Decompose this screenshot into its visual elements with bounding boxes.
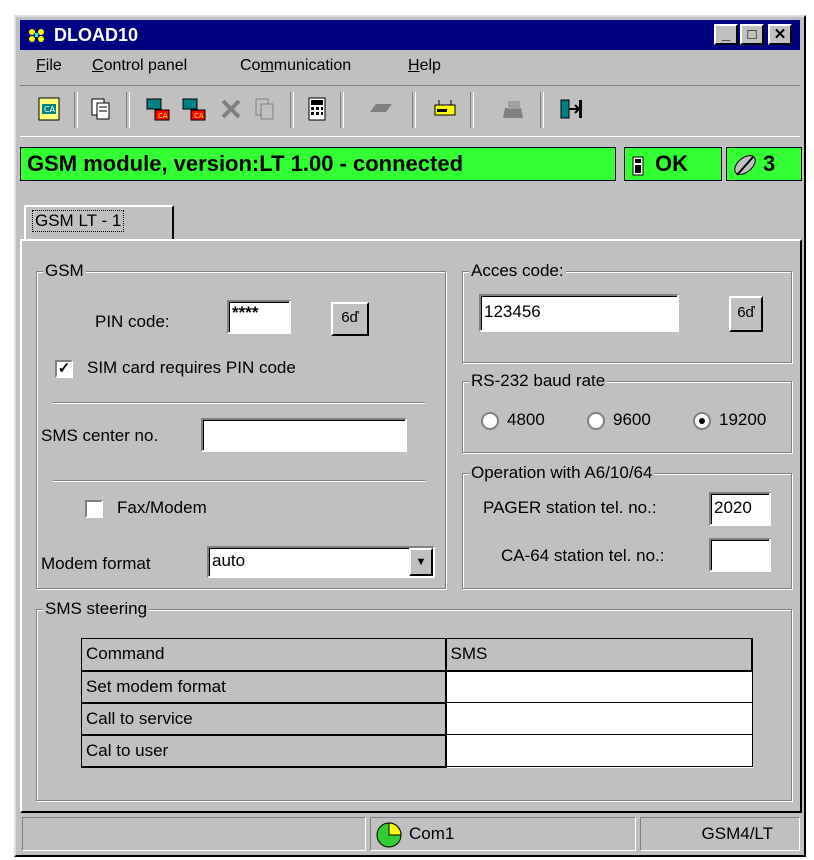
sms-cell[interactable] — [445, 702, 753, 735]
menu-communication[interactable]: Communication — [240, 57, 351, 75]
paste-icon[interactable] — [250, 94, 280, 124]
sms-steering-legend: SMS steering — [43, 599, 150, 619]
delete-icon[interactable] — [216, 94, 246, 124]
header-command: Command — [81, 638, 447, 672]
toolbar: CA CA CA — [20, 85, 800, 137]
operation-legend: Operation with A6/10/64 — [469, 463, 655, 483]
connect-icon[interactable] — [366, 94, 396, 124]
main-window: DLOAD10 _ □ ✕ File Control panel Communi… — [14, 15, 806, 857]
clock-icon — [375, 821, 403, 860]
status-bar: Com1 GSM4/LT — [20, 817, 802, 853]
access-code-input[interactable]: 123456 — [479, 294, 679, 332]
svg-text:CA: CA — [158, 112, 168, 120]
table-row: Cal to user — [81, 734, 753, 768]
access-code-group: Acces code: 123456 6ď — [462, 261, 792, 363]
menu-help[interactable]: Help — [408, 57, 441, 75]
command-cell: Cal to user — [81, 734, 447, 768]
tab-panel: GSM PIN code: **** 6ď ✓ SIM card require… — [20, 239, 802, 813]
table-row: Set modem format — [81, 670, 753, 704]
baud-4800-label: 4800 — [507, 410, 545, 429]
exit-icon[interactable] — [556, 94, 586, 124]
svg-text:CA: CA — [194, 112, 204, 120]
svg-text:CA: CA — [44, 105, 56, 114]
maximize-button[interactable]: □ — [740, 24, 764, 45]
menu-control-panel[interactable]: Control panel — [92, 57, 187, 75]
sim-pin-checkbox[interactable]: ✓ — [55, 360, 73, 378]
baud-rate-legend: RS-232 baud rate — [469, 371, 608, 391]
satellite-icon — [731, 151, 761, 188]
command-cell: Call to service — [81, 702, 447, 736]
pager-label: PAGER station tel. no.: — [483, 498, 657, 517]
minimize-button[interactable]: _ — [714, 24, 738, 45]
fax-modem-checkbox[interactable] — [85, 500, 103, 518]
device-status: GSM4/LT — [640, 817, 800, 851]
operation-group: Operation with A6/10/64 PAGER station te… — [462, 463, 792, 589]
chevron-down-icon[interactable]: ▼ — [409, 548, 433, 576]
write-data-icon[interactable]: CA — [180, 94, 210, 124]
table-row: Call to service — [81, 702, 753, 736]
fax-modem-label: Fax/Modem — [117, 498, 207, 517]
menu-bar: File Control panel Communication Help — [20, 53, 800, 81]
baud-9600-label: 9600 — [613, 410, 651, 429]
baud-4800-radio[interactable] — [481, 412, 499, 430]
sms-cell[interactable] — [445, 734, 753, 767]
window-title: DLOAD10 — [54, 25, 139, 45]
gsm-ok-status: OK — [624, 147, 722, 181]
sms-center-input[interactable] — [201, 418, 407, 452]
read-data-icon[interactable]: CA — [144, 94, 174, 124]
sim-pin-label: SIM card requires PIN code — [87, 358, 296, 377]
sms-center-label: SMS center no. — [41, 426, 159, 445]
sms-steering-group: SMS steering Command SMS Set modem forma… — [36, 599, 792, 801]
command-cell: Set modem format — [81, 670, 447, 704]
access-code-legend: Acces code: — [469, 261, 566, 281]
copy-icon[interactable] — [86, 94, 116, 124]
phone-icon — [631, 154, 645, 186]
module-status: GSM module, version:LT 1.00 - connected — [20, 147, 616, 181]
header-sms: SMS — [445, 638, 753, 672]
baud-19200-radio[interactable] — [693, 412, 711, 430]
show-access-code-button[interactable]: 6ď — [729, 296, 763, 332]
ca64-input[interactable] — [709, 538, 771, 572]
close-button[interactable]: ✕ — [768, 24, 792, 45]
gsm-group-legend: GSM — [43, 261, 86, 281]
modem-icon[interactable] — [430, 94, 460, 124]
connection-status-bar: GSM module, version:LT 1.00 - connected … — [20, 147, 802, 183]
baud-9600-radio[interactable] — [587, 412, 605, 430]
ca64-label: CA-64 station tel. no.: — [501, 546, 665, 565]
signal-status: 3 — [726, 147, 802, 181]
title-bar: DLOAD10 _ □ ✕ — [20, 20, 800, 50]
calculator-icon[interactable] — [302, 94, 332, 124]
port-status: Com1 — [370, 817, 636, 851]
modem-format-label: Modem format — [41, 554, 151, 573]
pin-code-label: PIN code: — [95, 312, 170, 331]
sms-cell[interactable] — [445, 670, 753, 703]
show-pin-button[interactable]: 6ď — [331, 302, 369, 336]
baud-19200-label: 19200 — [719, 410, 767, 429]
baud-rate-group: RS-232 baud rate 4800 9600 19200 — [462, 371, 792, 453]
pin-code-input[interactable]: **** — [227, 300, 291, 334]
open-ca-icon[interactable]: CA — [34, 94, 64, 124]
app-icon — [26, 25, 48, 45]
pager-input[interactable]: 2020 — [709, 492, 771, 526]
modem-format-select[interactable]: auto ▼ — [207, 546, 435, 578]
menu-file[interactable]: File — [36, 57, 62, 75]
sms-steering-table: Command SMS Set modem format Call to ser… — [81, 638, 753, 768]
tab-gsm-lt-1[interactable]: GSM LT - 1 — [24, 205, 174, 239]
print-icon[interactable] — [498, 94, 528, 124]
gsm-group: GSM PIN code: **** 6ď ✓ SIM card require… — [36, 261, 446, 589]
status-section-empty — [22, 817, 366, 851]
table-header-row: Command SMS — [81, 638, 753, 672]
